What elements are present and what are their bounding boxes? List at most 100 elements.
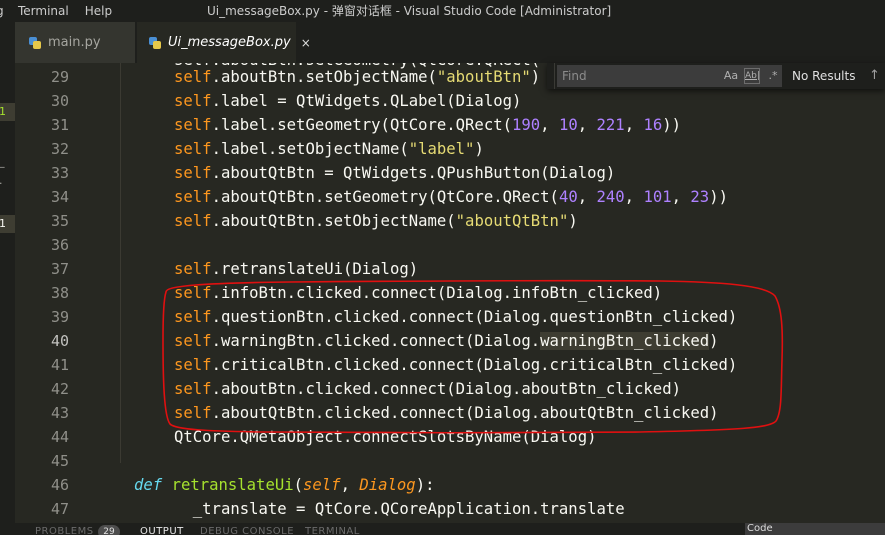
code-text: .aboutQtBtn.setObjectName(	[211, 212, 456, 230]
number-token: 16	[643, 116, 663, 134]
line-number: 37	[50, 260, 69, 278]
code-line: self.label.setGeometry(QtCore.QRect(190,…	[174, 116, 682, 134]
output-channel-select[interactable]: Code	[745, 523, 885, 535]
line-number: 36	[50, 236, 69, 254]
self-token: self	[174, 308, 212, 326]
string-token: "aboutQtBtn"	[455, 212, 569, 230]
menu-item-terminal[interactable]: Terminal	[10, 0, 77, 22]
string-token: "aboutBtn"	[436, 68, 531, 86]
selection-highlight: warningBtn_clicked	[540, 332, 710, 350]
line-number: 39	[50, 308, 69, 326]
menu-item-help[interactable]: Help	[77, 0, 120, 22]
panel-tab-problems[interactable]: PROBLEMS	[35, 526, 94, 535]
whole-word-toggle[interactable]: Ab|	[744, 68, 760, 84]
line-number: 47	[50, 500, 69, 518]
code-text: .retranslateUi(Dialog)	[211, 260, 419, 278]
self-token: self	[174, 356, 212, 374]
code-line: self.retranslateUi(Dialog)	[174, 257, 418, 281]
self-token: self	[174, 404, 212, 422]
code-line: self.aboutQtBtn.clicked.connect(Dialog.a…	[174, 401, 719, 425]
code-text: )	[709, 332, 719, 350]
function-name-token: retranslateUi	[171, 476, 294, 494]
panel-tab-output[interactable]: OUTPUT	[140, 526, 184, 535]
self-token: self	[174, 380, 212, 398]
panel-tab-debug-console[interactable]: DEBUG CONSOLE	[200, 526, 294, 535]
python-file-icon	[29, 36, 41, 49]
arrow-up-icon[interactable]: ↑	[869, 68, 880, 83]
find-widget: Aa Ab| .* No Results ↑	[547, 63, 885, 89]
line-number: 45	[50, 452, 69, 470]
param-token: self	[303, 476, 341, 494]
line-number: 34	[50, 188, 69, 206]
self-token: self	[174, 212, 212, 230]
number-token: 240	[596, 188, 625, 206]
code-text: QtCore.QMetaObject.connectSlotsByName(Di…	[174, 428, 597, 446]
number-token: 40	[558, 188, 578, 206]
code-line: self.aboutBtn.setObjectName("aboutBtn")	[174, 65, 540, 89]
activity-item[interactable]: ·	[0, 175, 15, 193]
code-text: _translate = QtCore.QCoreApplication.tra…	[174, 500, 625, 518]
code-text: .aboutBtn.clicked.connect(Dialog.aboutBt…	[211, 380, 681, 398]
activity-badge[interactable]: 1	[0, 103, 15, 121]
code-line: self.aboutQtBtn.setObjectName("aboutQtBt…	[174, 209, 578, 233]
code-text: .aboutQtBtn.clicked.connect(Dialog.about…	[211, 404, 719, 422]
self-token: self	[174, 284, 212, 302]
find-results: No Results	[792, 69, 856, 83]
code-line: def retranslateUi(self, Dialog):	[134, 476, 435, 494]
string-token: "label"	[408, 140, 475, 158]
code-text: .label = QtWidgets.QLabel(Dialog)	[211, 92, 522, 110]
activity-item[interactable]: _	[0, 153, 15, 171]
param-token: Dialog	[359, 476, 416, 494]
line-number: 35	[50, 212, 69, 230]
problems-badge: 29	[98, 525, 120, 535]
tab-bar: main.py Ui_messageBox.py ×	[0, 22, 885, 63]
self-token: self	[174, 92, 212, 110]
code-editor[interactable]: self.aboutBtn.setGeometry(QtCore.QRect(s…	[95, 63, 885, 523]
code-text: )	[530, 68, 541, 86]
code-text: .questionBtn.clicked.connect(Dialog.ques…	[211, 308, 738, 326]
close-icon[interactable]: ×	[301, 36, 311, 50]
line-number: 44	[50, 428, 69, 446]
code-line: self.aboutBtn.clicked.connect(Dialog.abo…	[174, 377, 681, 401]
regex-toggle[interactable]: .*	[766, 68, 780, 84]
line-number: 30	[50, 92, 69, 110]
activity-bar: 1 _ · 1	[0, 63, 15, 535]
tab-label: Ui_messageBox.py	[168, 35, 291, 50]
self-token: self	[174, 140, 212, 158]
window-title: Ui_messageBox.py - 弹窗对话框 - Visual Studio…	[207, 4, 612, 18]
line-number: 40	[50, 332, 69, 350]
code-text: .aboutQtBtn = QtWidgets.QPushButton(Dial…	[211, 164, 616, 182]
tab-main-py[interactable]: main.py	[15, 22, 135, 63]
line-number: 42	[50, 380, 69, 398]
self-token: self	[174, 188, 212, 206]
tab-ui-messagebox-py[interactable]: Ui_messageBox.py ×	[137, 22, 311, 63]
code-text: ))	[662, 116, 682, 134]
bottom-panel: PROBLEMS 29 OUTPUT DEBUG CONSOLE TERMINA…	[0, 523, 885, 535]
code-line: QtCore.QMetaObject.connectSlotsByName(Di…	[174, 425, 596, 449]
code-text: .warningBtn.clicked.connect(Dialog.	[211, 332, 541, 350]
line-number: 29	[50, 68, 69, 86]
self-token: self	[174, 116, 212, 134]
number-token: 221	[596, 116, 625, 134]
code-line: self.infoBtn.clicked.connect(Dialog.info…	[174, 281, 662, 305]
activity-badge[interactable]: 1	[0, 215, 15, 233]
line-number: 46	[50, 476, 69, 494]
self-token: self	[174, 68, 212, 86]
keyword-token: def	[134, 476, 163, 494]
code-line: self.warningBtn.clicked.connect(Dialog.w…	[174, 329, 719, 353]
match-case-toggle[interactable]: Aa	[723, 68, 739, 84]
line-number: 33	[50, 164, 69, 182]
line-number: 43	[50, 404, 69, 422]
code-text: ):	[415, 476, 435, 494]
self-token: self	[174, 332, 212, 350]
find-toggle-replace[interactable]	[547, 63, 555, 89]
self-token: self	[174, 260, 212, 278]
code-text: .infoBtn.clicked.connect(Dialog.infoBtn_…	[211, 284, 663, 302]
number-token: 101	[643, 188, 672, 206]
number-token: 10	[558, 116, 578, 134]
menu-item-go[interactable]: g	[0, 0, 10, 22]
code-line: self.label = QtWidgets.QLabel(Dialog)	[174, 89, 521, 113]
panel-tab-terminal[interactable]: TERMINAL	[305, 526, 360, 535]
code-line: self.questionBtn.clicked.connect(Dialog.…	[174, 305, 737, 329]
line-number: 32	[50, 140, 69, 158]
